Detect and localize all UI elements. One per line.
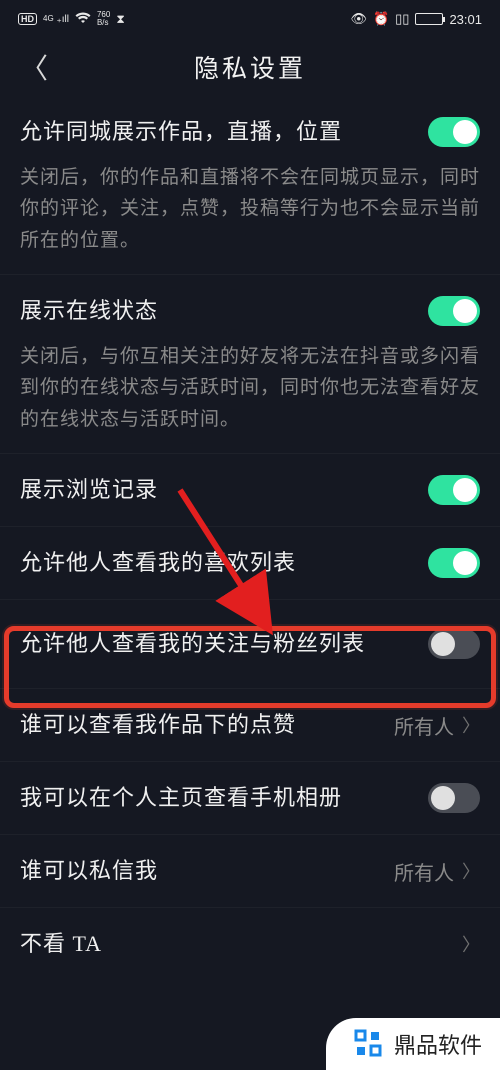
eye-icon: 👁: [350, 11, 367, 27]
setting-row-phone-album: 我可以在个人主页查看手机相册: [0, 762, 500, 835]
toggle-likes-list[interactable]: [428, 548, 480, 578]
setting-label: 允许他人查看我的关注与粉丝列表: [20, 629, 365, 659]
back-button[interactable]: 〈: [20, 47, 48, 87]
setting-row-who-dm-me[interactable]: 谁可以私信我 所有人 〉: [0, 835, 500, 908]
setting-description: 关闭后，与你互相关注的好友将无法在抖音或多闪看到你的在线状态与活跃时间，同时你也…: [20, 341, 480, 435]
chevron-right-icon: 〉: [462, 931, 480, 957]
setting-label: 不看 TA: [20, 929, 102, 959]
setting-row-same-city: 允许同城展示作品，直播，位置 关闭后，你的作品和直播将不会在同城页显示，同时你的…: [0, 96, 500, 275]
watermark: 鼎品软件: [326, 1018, 500, 1070]
setting-value: 〉: [462, 931, 480, 957]
toggle-browse-history[interactable]: [428, 475, 480, 505]
chevron-right-icon: 〉: [462, 712, 480, 738]
toggle-online-status[interactable]: [428, 296, 480, 326]
watermark-text: 鼎品软件: [394, 1028, 482, 1060]
header: 〈 隐私设置: [0, 38, 500, 96]
chevron-right-icon: 〉: [462, 858, 480, 884]
network-speed: 760B/s: [97, 11, 110, 27]
battery-icon: [415, 13, 443, 25]
setting-row-who-see-likes[interactable]: 谁可以查看我作品下的点赞 所有人 〉: [0, 689, 500, 762]
setting-label: 允许同城展示作品，直播，位置: [20, 117, 342, 147]
alarm-icon: ⏰: [373, 11, 389, 27]
status-time: 23:01: [449, 12, 482, 27]
setting-row-likes-list: 允许他人查看我的喜欢列表: [0, 527, 500, 600]
watermark-logo-icon: [354, 1029, 384, 1059]
setting-label: 我可以在个人主页查看手机相册: [20, 783, 342, 813]
toggle-follow-fans-list[interactable]: [428, 629, 480, 659]
setting-label: 谁可以私信我: [20, 856, 158, 886]
setting-label: 展示浏览记录: [20, 475, 158, 505]
wifi-icon: [75, 11, 91, 27]
page-title: 隐私设置: [194, 49, 306, 85]
hourglass-icon: ⧗: [116, 12, 124, 27]
setting-row-browse-history: 展示浏览记录: [0, 454, 500, 527]
setting-row-block-ta[interactable]: 不看 TA 〉: [0, 908, 500, 980]
setting-value: 所有人 〉: [394, 711, 480, 740]
status-bar: HD 4G ₊ıll 760B/s ⧗ 👁 ⏰ ▯▯ 23:01: [0, 0, 500, 38]
setting-label: 允许他人查看我的喜欢列表: [20, 548, 296, 578]
signal-icon: 4G ₊ıll: [43, 14, 69, 25]
setting-description: 关闭后，你的作品和直播将不会在同城页显示，同时你的评论，关注，点赞，投稿等行为也…: [20, 162, 480, 256]
toggle-same-city[interactable]: [428, 117, 480, 147]
setting-row-follow-fans-list: 允许他人查看我的关注与粉丝列表: [0, 600, 500, 689]
setting-row-online-status: 展示在线状态 关闭后，与你互相关注的好友将无法在抖音或多闪看到你的在线状态与活跃…: [0, 275, 500, 454]
vibrate-icon: ▯▯: [395, 11, 409, 27]
setting-label: 谁可以查看我作品下的点赞: [20, 710, 296, 740]
hd-badge: HD: [18, 13, 37, 25]
setting-value: 所有人 〉: [394, 857, 480, 886]
setting-label: 展示在线状态: [20, 296, 158, 326]
toggle-phone-album[interactable]: [428, 783, 480, 813]
